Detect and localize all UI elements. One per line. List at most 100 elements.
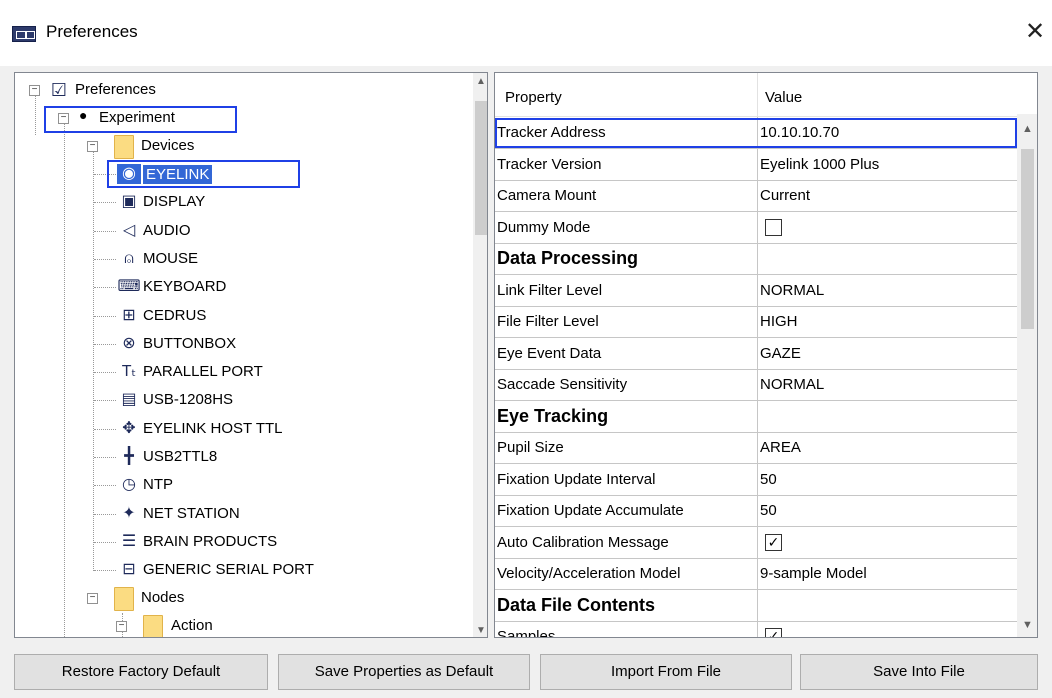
property-value[interactable]: NORMAL <box>760 376 824 393</box>
tree-item-label: Action <box>171 617 213 634</box>
scroll-down-arrow-icon[interactable]: ▼ <box>1017 614 1037 636</box>
tree-item-label: MOUSE <box>143 249 199 267</box>
checkbox-checked-icon: ☑ <box>50 80 68 100</box>
property-row[interactable]: Velocity/Acceleration Model 9-sample Mode… <box>495 558 1017 590</box>
save-properties-as-default-button[interactable]: Save Properties as Default <box>278 654 530 690</box>
highlight-box-eyelink <box>107 160 300 188</box>
cedrus-icon: ⊞ <box>122 306 136 324</box>
title-bar: Preferences ✕ <box>0 0 1052 66</box>
collapse-toggle[interactable]: − <box>87 141 98 152</box>
scroll-thumb[interactable] <box>1021 149 1034 329</box>
checkbox-unchecked[interactable] <box>765 218 782 236</box>
property-key: Saccade Sensitivity <box>497 376 628 393</box>
gamepad-icon: ⊗ <box>122 334 136 352</box>
tree-item-label: GENERIC SERIAL PORT <box>143 561 314 579</box>
monitor-icon: ▣ <box>121 193 137 211</box>
scroll-up-arrow-icon[interactable]: ▲ <box>1017 118 1037 140</box>
property-key: Camera Mount <box>497 187 597 204</box>
checkbox-checked[interactable]: ✓ <box>765 533 782 551</box>
property-row[interactable]: Pupil Size AREA <box>495 432 1017 464</box>
scroll-down-arrow-icon[interactable]: ▼ <box>473 622 487 637</box>
highlight-box-tracker-address <box>495 118 1017 148</box>
tree-scrollbar[interactable]: ▲ ▼ <box>473 73 487 637</box>
tree-connector <box>94 202 116 204</box>
tree-item-label: NET STATION <box>143 504 240 522</box>
folder-icon <box>114 135 134 159</box>
property-value[interactable]: Current <box>760 187 810 204</box>
property-row[interactable]: File Filter Level HIGH <box>495 306 1017 338</box>
property-row[interactable]: Eye Event Data GAZE <box>495 337 1017 370</box>
property-row[interactable]: Auto Calibration Message ✓ <box>495 526 1017 559</box>
tree-connector <box>94 372 116 374</box>
host-ttl-icon: ✥ <box>122 419 136 437</box>
scroll-up-arrow-icon[interactable]: ▲ <box>473 73 487 90</box>
property-key: Data Processing <box>497 248 639 268</box>
app-icon <box>12 26 36 42</box>
collapse-toggle[interactable]: − <box>29 85 40 96</box>
tree-item-label: BRAIN PRODUCTS <box>143 532 278 550</box>
checkbox-checked[interactable]: ✓ <box>765 628 782 637</box>
scroll-thumb[interactable] <box>475 101 487 235</box>
property-grid: Property Value Tracker Address 10.10.10.7… <box>494 72 1038 638</box>
property-key: Velocity/Acceleration Model <box>497 565 681 582</box>
tree-connector <box>94 230 116 232</box>
property-row[interactable]: Dummy Mode <box>495 211 1017 244</box>
tree-item-label: CEDRUS <box>143 306 207 324</box>
property-key: Link Filter Level <box>497 281 603 299</box>
tree-item-label: NTP <box>143 476 173 494</box>
collapse-toggle[interactable]: − <box>87 593 98 604</box>
ttl-icon: Tₜ <box>121 363 137 381</box>
collapse-toggle[interactable]: − <box>116 621 127 632</box>
property-value[interactable]: 50 <box>760 471 777 488</box>
highlight-box-experiment <box>44 106 237 133</box>
property-value[interactable]: 50 <box>760 502 777 519</box>
tree-connector <box>94 570 116 572</box>
preferences-tree[interactable]: − ☑ Preferences − ● Experiment − Devices… <box>14 72 488 638</box>
property-row[interactable]: Fixation Update Interval 50 <box>495 463 1017 496</box>
property-value[interactable]: AREA <box>760 439 801 456</box>
property-value[interactable]: Eyelink 1000 Plus <box>760 156 879 173</box>
tree-connector <box>94 343 116 345</box>
property-scrollbar[interactable]: ▲ ▼ <box>1017 114 1037 637</box>
property-row[interactable]: Tracker Version Eyelink 1000 Plus <box>495 148 1017 181</box>
property-key: Auto Calibration Message <box>497 533 669 551</box>
network-icon: ✦ <box>122 504 136 522</box>
property-key: Data File Contents <box>497 594 656 615</box>
property-section-header: Data Processing <box>495 243 1017 275</box>
tree-item-label: EYELINK HOST TTL <box>143 419 283 437</box>
property-column-header: Property <box>505 89 562 106</box>
close-button[interactable]: ✕ <box>1018 14 1052 50</box>
property-value[interactable]: HIGH <box>760 313 798 330</box>
property-key: Fixation Update Interval <box>497 470 656 488</box>
property-row[interactable]: Camera Mount Current <box>495 180 1017 212</box>
tree-item-label: Nodes <box>141 589 185 606</box>
tree-item-label: USB-1208HS <box>143 391 234 409</box>
window-title: Preferences <box>46 22 138 41</box>
tree-item-label: BUTTONBOX <box>143 334 237 352</box>
tree-item-label: PARALLEL PORT <box>143 363 263 381</box>
restore-factory-default-button[interactable]: Restore Factory Default <box>14 654 268 690</box>
property-value[interactable]: NORMAL <box>760 282 824 299</box>
property-value[interactable]: 9-sample Model <box>760 565 867 582</box>
folder-icon <box>114 587 134 611</box>
property-row[interactable]: Link Filter Level NORMAL <box>495 274 1017 307</box>
usb2ttl-icon: ╋ <box>124 448 134 465</box>
property-row[interactable]: Samples ✓ <box>495 621 1017 637</box>
tree-item-label: AUDIO <box>143 221 191 239</box>
save-into-file-button[interactable]: Save Into File <box>800 654 1038 690</box>
property-key: Eye Event Data <box>497 344 602 362</box>
property-key: Tracker Version <box>497 155 602 173</box>
tree-connector <box>94 541 116 543</box>
property-key: Dummy Mode <box>497 218 591 236</box>
tree-connector <box>93 151 94 571</box>
property-section-header: Eye Tracking <box>495 400 1017 433</box>
property-value[interactable]: GAZE <box>760 345 801 362</box>
tree-connector <box>94 400 116 402</box>
property-row[interactable]: Saccade Sensitivity NORMAL <box>495 369 1017 401</box>
tree-item-label: USB2TTL8 <box>143 448 218 465</box>
property-row[interactable]: Fixation Update Accumulate 50 <box>495 495 1017 527</box>
import-from-file-button[interactable]: Import From File <box>540 654 792 690</box>
tree-item-label: Devices <box>141 137 195 154</box>
usb-device-icon: ▤ <box>121 391 137 409</box>
tree-connector <box>94 428 116 430</box>
